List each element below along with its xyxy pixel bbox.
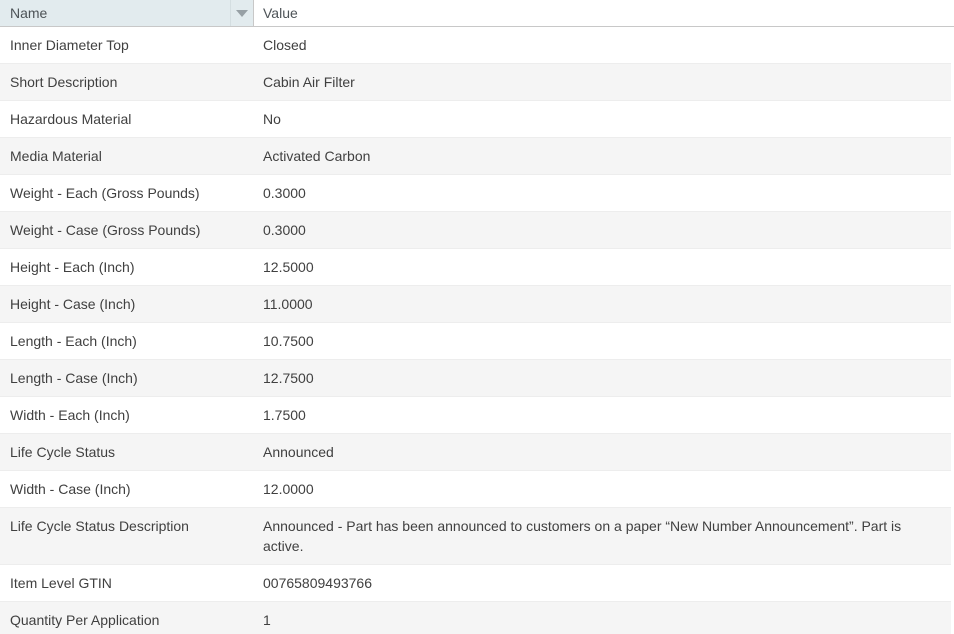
- property-name: Length - Each (Inch): [0, 323, 254, 359]
- table-header: Name Value: [0, 0, 954, 27]
- property-value: 12.7500: [254, 360, 951, 396]
- table-row[interactable]: Weight - Case (Gross Pounds) 0.3000: [0, 212, 951, 249]
- property-name: Weight - Each (Gross Pounds): [0, 175, 254, 211]
- property-value: Activated Carbon: [254, 138, 951, 174]
- table-row[interactable]: Weight - Each (Gross Pounds) 0.3000: [0, 175, 951, 212]
- table-row[interactable]: Hazardous Material No: [0, 101, 951, 138]
- property-value: Announced: [254, 434, 951, 470]
- property-value: 11.0000: [254, 286, 951, 322]
- property-name: Width - Case (Inch): [0, 471, 254, 507]
- property-value: 0.3000: [254, 175, 951, 211]
- property-value: 10.7500: [254, 323, 951, 359]
- property-name: Height - Case (Inch): [0, 286, 254, 322]
- column-header-name-label: Name: [10, 5, 47, 21]
- property-name: Weight - Case (Gross Pounds): [0, 212, 254, 248]
- property-name: Height - Each (Inch): [0, 249, 254, 285]
- property-value: 00765809493766: [254, 565, 951, 601]
- table-row[interactable]: Short Description Cabin Air Filter: [0, 64, 951, 101]
- table-row[interactable]: Media Material Activated Carbon: [0, 138, 951, 175]
- table-row[interactable]: Width - Case (Inch) 12.0000: [0, 471, 951, 508]
- column-header-value[interactable]: Value: [254, 0, 954, 26]
- property-name: Item Level GTIN: [0, 565, 254, 601]
- property-value: No: [254, 101, 951, 137]
- column-header-name[interactable]: Name: [0, 0, 254, 26]
- table-row[interactable]: Item Level GTIN 00765809493766: [0, 565, 951, 602]
- table-row[interactable]: Length - Case (Inch) 12.7500: [0, 360, 951, 397]
- property-name: Inner Diameter Top: [0, 27, 254, 63]
- property-name: Width - Each (Inch): [0, 397, 254, 433]
- property-name: Hazardous Material: [0, 101, 254, 137]
- property-value: 12.5000: [254, 249, 951, 285]
- property-name: Quantity Per Application: [0, 602, 254, 634]
- property-name: Life Cycle Status Description: [0, 508, 254, 564]
- property-value: 1.7500: [254, 397, 951, 433]
- table-row[interactable]: Width - Each (Inch) 1.7500: [0, 397, 951, 434]
- property-value: Announced - Part has been announced to c…: [254, 508, 951, 564]
- caret-down-icon: [236, 10, 248, 17]
- table-row[interactable]: Height - Each (Inch) 12.5000: [0, 249, 951, 286]
- column-menu-button[interactable]: [230, 0, 253, 26]
- property-name: Length - Case (Inch): [0, 360, 254, 396]
- property-value: Closed: [254, 27, 951, 63]
- property-value: 0.3000: [254, 212, 951, 248]
- column-header-value-label: Value: [263, 5, 298, 21]
- property-value: Cabin Air Filter: [254, 64, 951, 100]
- property-name: Media Material: [0, 138, 254, 174]
- property-name: Life Cycle Status: [0, 434, 254, 470]
- property-grid: Name Value Inner Diameter Top Closed Sho…: [0, 0, 954, 634]
- property-value: 1: [254, 602, 951, 634]
- property-table-body: Inner Diameter Top Closed Short Descript…: [0, 27, 954, 634]
- table-row[interactable]: Height - Case (Inch) 11.0000: [0, 286, 951, 323]
- table-row[interactable]: Length - Each (Inch) 10.7500: [0, 323, 951, 360]
- table-row[interactable]: Inner Diameter Top Closed: [0, 27, 951, 64]
- table-row[interactable]: Life Cycle Status Description Announced …: [0, 508, 951, 565]
- property-name: Short Description: [0, 64, 254, 100]
- table-row[interactable]: Life Cycle Status Announced: [0, 434, 951, 471]
- table-row[interactable]: Quantity Per Application 1: [0, 602, 951, 634]
- property-value: 12.0000: [254, 471, 951, 507]
